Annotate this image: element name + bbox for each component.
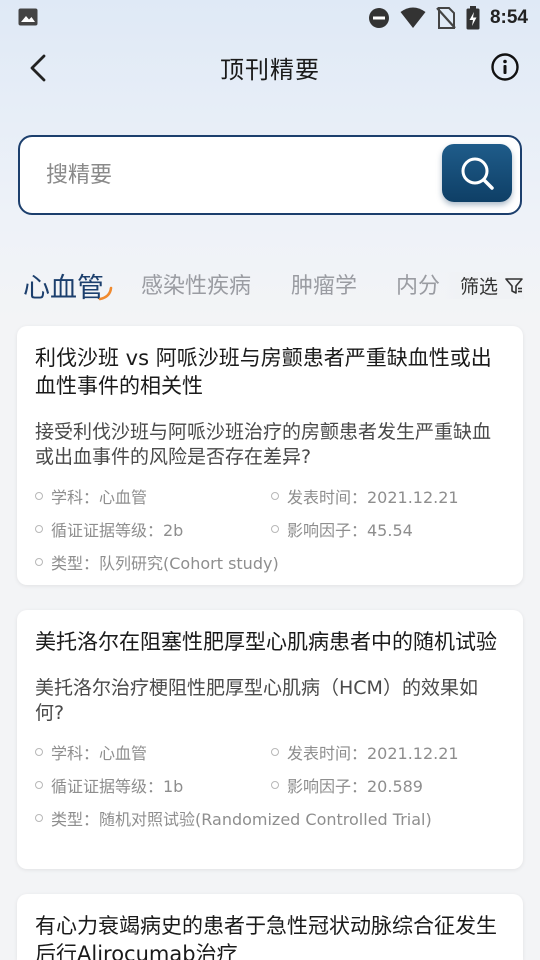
meta-evidence: 循证证据等级：1b bbox=[35, 773, 271, 797]
info-button[interactable] bbox=[490, 52, 520, 82]
meta-type: 类型：随机对照试验(Randomized Controlled Trial) bbox=[35, 806, 507, 830]
page-title: 顶刊精要 bbox=[220, 56, 320, 84]
bullet-icon bbox=[271, 525, 279, 533]
article-title: 美托洛尔在阻塞性肥厚型心肌病患者中的随机试验 bbox=[35, 630, 497, 654]
article-title: 利伐沙班 vs 阿哌沙班与房颤患者严重缺血性或出血性事件的相关性 bbox=[35, 346, 492, 398]
status-bar: 8:54 bbox=[0, 0, 540, 36]
search-button[interactable] bbox=[442, 144, 512, 202]
meta-date: 发表时间：2021.12.21 bbox=[271, 740, 507, 764]
meta-evidence-text: 循证证据等级：2b bbox=[51, 521, 184, 540]
meta-impact-text: 影响因子：45.54 bbox=[287, 521, 413, 540]
filter-icon bbox=[505, 277, 523, 294]
article-card[interactable]: 利伐沙班 vs 阿哌沙班与房颤患者严重缺血性或出血性事件的相关性 接受利伐沙班与… bbox=[17, 326, 523, 585]
info-icon bbox=[491, 53, 519, 81]
article-card[interactable]: 美托洛尔在阻塞性肥厚型心肌病患者中的随机试验 美托洛尔治疗梗阻性肥厚型心肌病（H… bbox=[17, 610, 523, 869]
filter-label: 筛选 bbox=[459, 276, 498, 298]
article-question: 接受利伐沙班与阿哌沙班治疗的房颤患者发生严重缺血或出血事件的风险是否存在差异? bbox=[35, 421, 492, 468]
bullet-icon bbox=[35, 492, 43, 500]
dnd-icon bbox=[368, 8, 389, 28]
battery-charging-icon bbox=[466, 6, 480, 30]
tab-label: 内分 bbox=[396, 274, 441, 299]
meta-type: 类型：队列研究(Cohort study) bbox=[35, 550, 507, 574]
image-icon bbox=[18, 8, 38, 26]
bullet-icon bbox=[35, 525, 43, 533]
meta-impact: 影响因子：20.589 bbox=[271, 773, 507, 797]
meta-type-text: 类型：随机对照试验(Randomized Controlled Trial) bbox=[51, 810, 432, 829]
bullet-icon bbox=[271, 492, 279, 500]
wifi-icon bbox=[400, 7, 426, 28]
article-card[interactable]: 有心力衰竭病史的患者于急性冠状动脉综合征发生后行Alirocumab治疗 bbox=[17, 894, 523, 960]
article-question: 美托洛尔治疗梗阻性肥厚型心肌病（HCM）的效果如何? bbox=[35, 677, 478, 724]
meta-subject-text: 学科：心血管 bbox=[51, 488, 148, 507]
meta-impact-text: 影响因子：20.589 bbox=[287, 777, 423, 796]
bullet-icon bbox=[35, 748, 43, 756]
bullet-icon bbox=[35, 558, 43, 566]
no-sim-icon bbox=[436, 7, 456, 29]
tab-label: 感染性疾病 bbox=[141, 274, 252, 299]
search-icon bbox=[461, 157, 494, 190]
bullet-icon bbox=[271, 781, 279, 789]
tab-infectious[interactable]: 感染性疾病 bbox=[141, 268, 251, 300]
meta-type-text: 类型：队列研究(Cohort study) bbox=[51, 554, 279, 573]
bullet-icon bbox=[271, 748, 279, 756]
tab-label: 心血管 bbox=[23, 273, 104, 304]
meta-date: 发表时间：2021.12.21 bbox=[271, 484, 507, 508]
filter-button[interactable]: 筛选 bbox=[443, 272, 524, 299]
article-meta: 学科：心血管 发表时间：2021.12.21 循证证据等级：1b 影响因子：20… bbox=[35, 740, 505, 830]
app-header: 顶刊精要 bbox=[0, 36, 540, 100]
meta-date-text: 发表时间：2021.12.21 bbox=[287, 744, 459, 763]
meta-evidence: 循证证据等级：2b bbox=[35, 517, 271, 541]
meta-impact: 影响因子：45.54 bbox=[271, 517, 507, 541]
article-meta: 学科：心血管 发表时间：2021.12.21 循证证据等级：2b 影响因子：45… bbox=[35, 484, 505, 574]
meta-subject: 学科：心血管 bbox=[35, 740, 271, 764]
search-input[interactable] bbox=[46, 155, 426, 195]
tab-oncology[interactable]: 肿瘤学 bbox=[291, 268, 357, 300]
tab-label: 肿瘤学 bbox=[291, 274, 358, 299]
tab-active-indicator bbox=[98, 286, 113, 301]
status-time: 8:54 bbox=[489, 7, 528, 28]
meta-subject-text: 学科：心血管 bbox=[51, 744, 148, 763]
tab-endocrine[interactable]: 内分 bbox=[396, 268, 440, 300]
bullet-icon bbox=[35, 814, 43, 822]
meta-date-text: 发表时间：2021.12.21 bbox=[287, 488, 459, 507]
article-title: 有心力衰竭病史的患者于急性冠状动脉综合征发生后行Alirocumab治疗 bbox=[35, 914, 497, 960]
tab-cardiology[interactable]: 心血管 bbox=[23, 266, 104, 305]
bullet-icon bbox=[35, 781, 43, 789]
category-tabs: 心血管 感染性疾病 肿瘤学 内分 筛选 bbox=[0, 258, 540, 308]
meta-evidence-text: 循证证据等级：1b bbox=[51, 777, 184, 796]
search-box bbox=[18, 135, 522, 215]
meta-subject: 学科：心血管 bbox=[35, 484, 271, 508]
